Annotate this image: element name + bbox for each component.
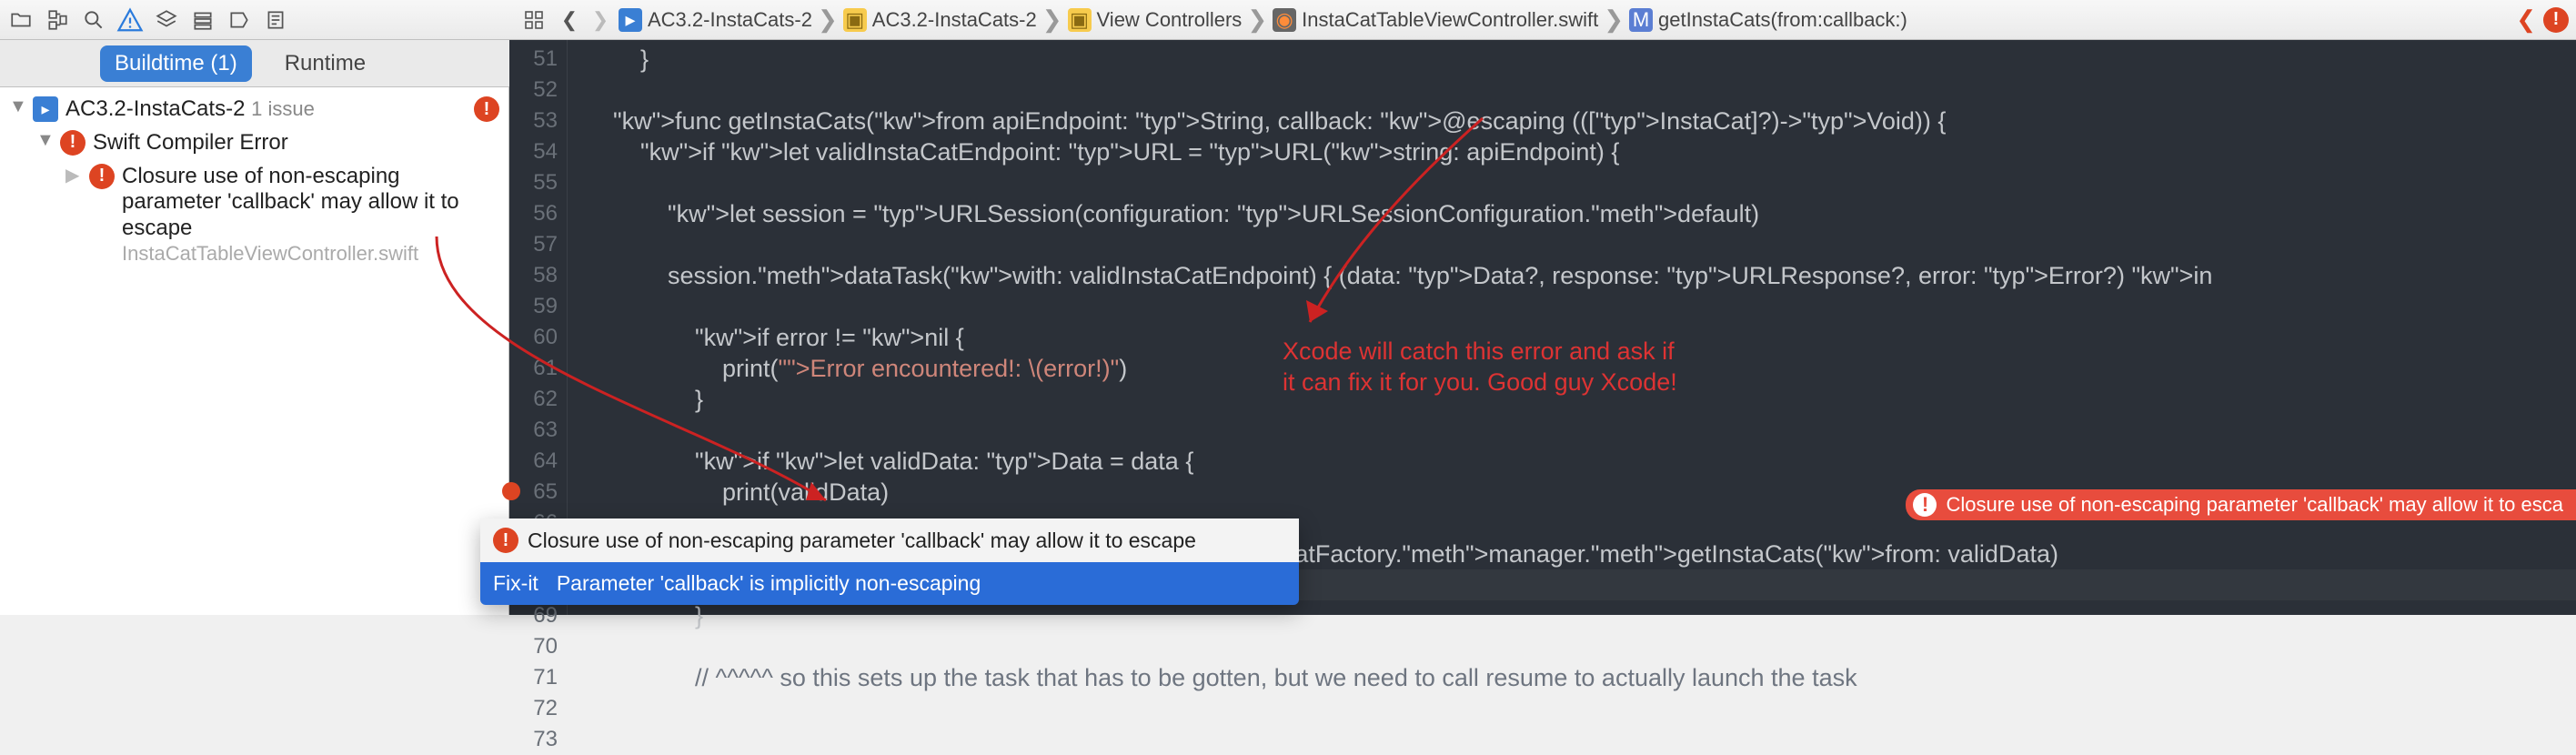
group-label: Swift Compiler Error	[93, 130, 499, 156]
popup-fixit-row[interactable]: Fix-it Parameter 'callback' is implicitl…	[480, 562, 1299, 605]
fixit-popup: Closure use of non-escaping parameter 'c…	[480, 518, 1299, 605]
search-nav-icon[interactable]	[76, 4, 111, 36]
issue-tabs: Buildtime (1) Runtime	[0, 40, 509, 87]
error-icon	[60, 130, 86, 156]
app-icon: ▸	[33, 96, 58, 122]
gutter-error-marker[interactable]	[502, 482, 520, 500]
issues-nav-icon[interactable]	[113, 4, 147, 36]
issue-count: 1 issue	[251, 97, 315, 120]
hierarchy-nav-icon[interactable]	[40, 4, 75, 36]
fixit-label: Fix-it	[493, 571, 538, 596]
method-icon: M	[1629, 8, 1653, 32]
folder-icon: ▣	[843, 8, 867, 32]
breadcrumb-item-file[interactable]: ◉ InstaCatTableViewController.swift	[1273, 8, 1598, 32]
disclosure-icon[interactable]: ▼	[9, 96, 25, 117]
error-badge-icon	[474, 96, 499, 122]
popup-title: Closure use of non-escaping parameter 'c…	[528, 528, 1196, 553]
issue-title: Closure use of non-escaping parameter 'c…	[122, 164, 499, 242]
breadcrumb-item-project[interactable]: ▸ AC3.2-InstaCats-2	[619, 8, 812, 32]
debug-nav-icon[interactable]	[186, 4, 220, 36]
breadcrumb-label: AC3.2-InstaCats-2	[872, 8, 1037, 32]
breadcrumb-sep-icon: ❯	[1604, 5, 1624, 34]
jumpbar-error-indicator[interactable]: ❮	[2516, 5, 2569, 34]
breadcrumb-item-method[interactable]: M getInstaCats(from:callback:)	[1629, 8, 1907, 32]
tab-runtime[interactable]: Runtime	[270, 45, 380, 82]
inline-error-banner[interactable]: ! Closure use of non-escaping parameter …	[1906, 489, 2576, 520]
error-icon	[493, 528, 518, 553]
breadcrumb-item-group[interactable]: ▣ AC3.2-InstaCats-2	[843, 8, 1037, 32]
tree-row-project[interactable]: ▼ ▸ AC3.2-InstaCats-2 1 issue	[0, 93, 508, 126]
breakpoint-nav-icon[interactable]	[222, 4, 257, 36]
disclosure-icon[interactable]: ▶	[65, 164, 82, 186]
jump-bar: ❮ ❯ ▸ AC3.2-InstaCats-2 ❯ ▣ AC3.2-InstaC…	[509, 0, 2576, 40]
swift-file-icon: ◉	[1273, 8, 1296, 32]
fixit-message: Parameter 'callback' is implicitly non-e…	[557, 571, 981, 596]
tab-buildtime[interactable]: Buildtime (1)	[100, 45, 252, 82]
breadcrumb-sep-icon: ❯	[1247, 5, 1267, 34]
breadcrumb-label: AC3.2-InstaCats-2	[648, 8, 812, 32]
breadcrumb-label: InstaCatTableViewController.swift	[1302, 8, 1598, 32]
error-icon	[2543, 7, 2569, 33]
tree-row-issue[interactable]: ▶ Closure use of non-escaping parameter …	[0, 160, 508, 270]
inline-error-text: Closure use of non-escaping parameter 'c…	[1946, 493, 2563, 517]
popup-header[interactable]: Closure use of non-escaping parameter 'c…	[480, 518, 1299, 562]
tree-row-group[interactable]: ▼ Swift Compiler Error	[0, 126, 508, 160]
project-name: AC3.2-InstaCats-2	[65, 96, 245, 121]
breadcrumb-sep-icon: ❯	[1042, 5, 1062, 34]
error-icon	[89, 164, 115, 189]
breadcrumb-label: View Controllers	[1097, 8, 1243, 32]
breadcrumb-sep-icon: ❯	[818, 5, 838, 34]
breadcrumb-item-group2[interactable]: ▣ View Controllers	[1068, 8, 1243, 32]
back-icon[interactable]: ❮	[557, 4, 582, 36]
related-items-icon[interactable]	[517, 4, 551, 36]
tests-nav-icon[interactable]	[149, 4, 184, 36]
folder-icon: ▣	[1068, 8, 1092, 32]
disclosure-icon[interactable]: ▼	[36, 130, 53, 151]
project-icon: ▸	[619, 8, 642, 32]
report-nav-icon[interactable]	[258, 4, 293, 36]
breadcrumb-label: getInstaCats(from:callback:)	[1658, 8, 1907, 32]
folder-nav-icon[interactable]	[4, 4, 38, 36]
forward-icon[interactable]: ❯	[588, 4, 613, 36]
issue-file: InstaCatTableViewController.swift	[122, 242, 499, 266]
issues-navigator: ▼ ▸ AC3.2-InstaCats-2 1 issue ▼ Swift Co…	[0, 87, 509, 615]
error-icon: !	[1913, 493, 1937, 517]
